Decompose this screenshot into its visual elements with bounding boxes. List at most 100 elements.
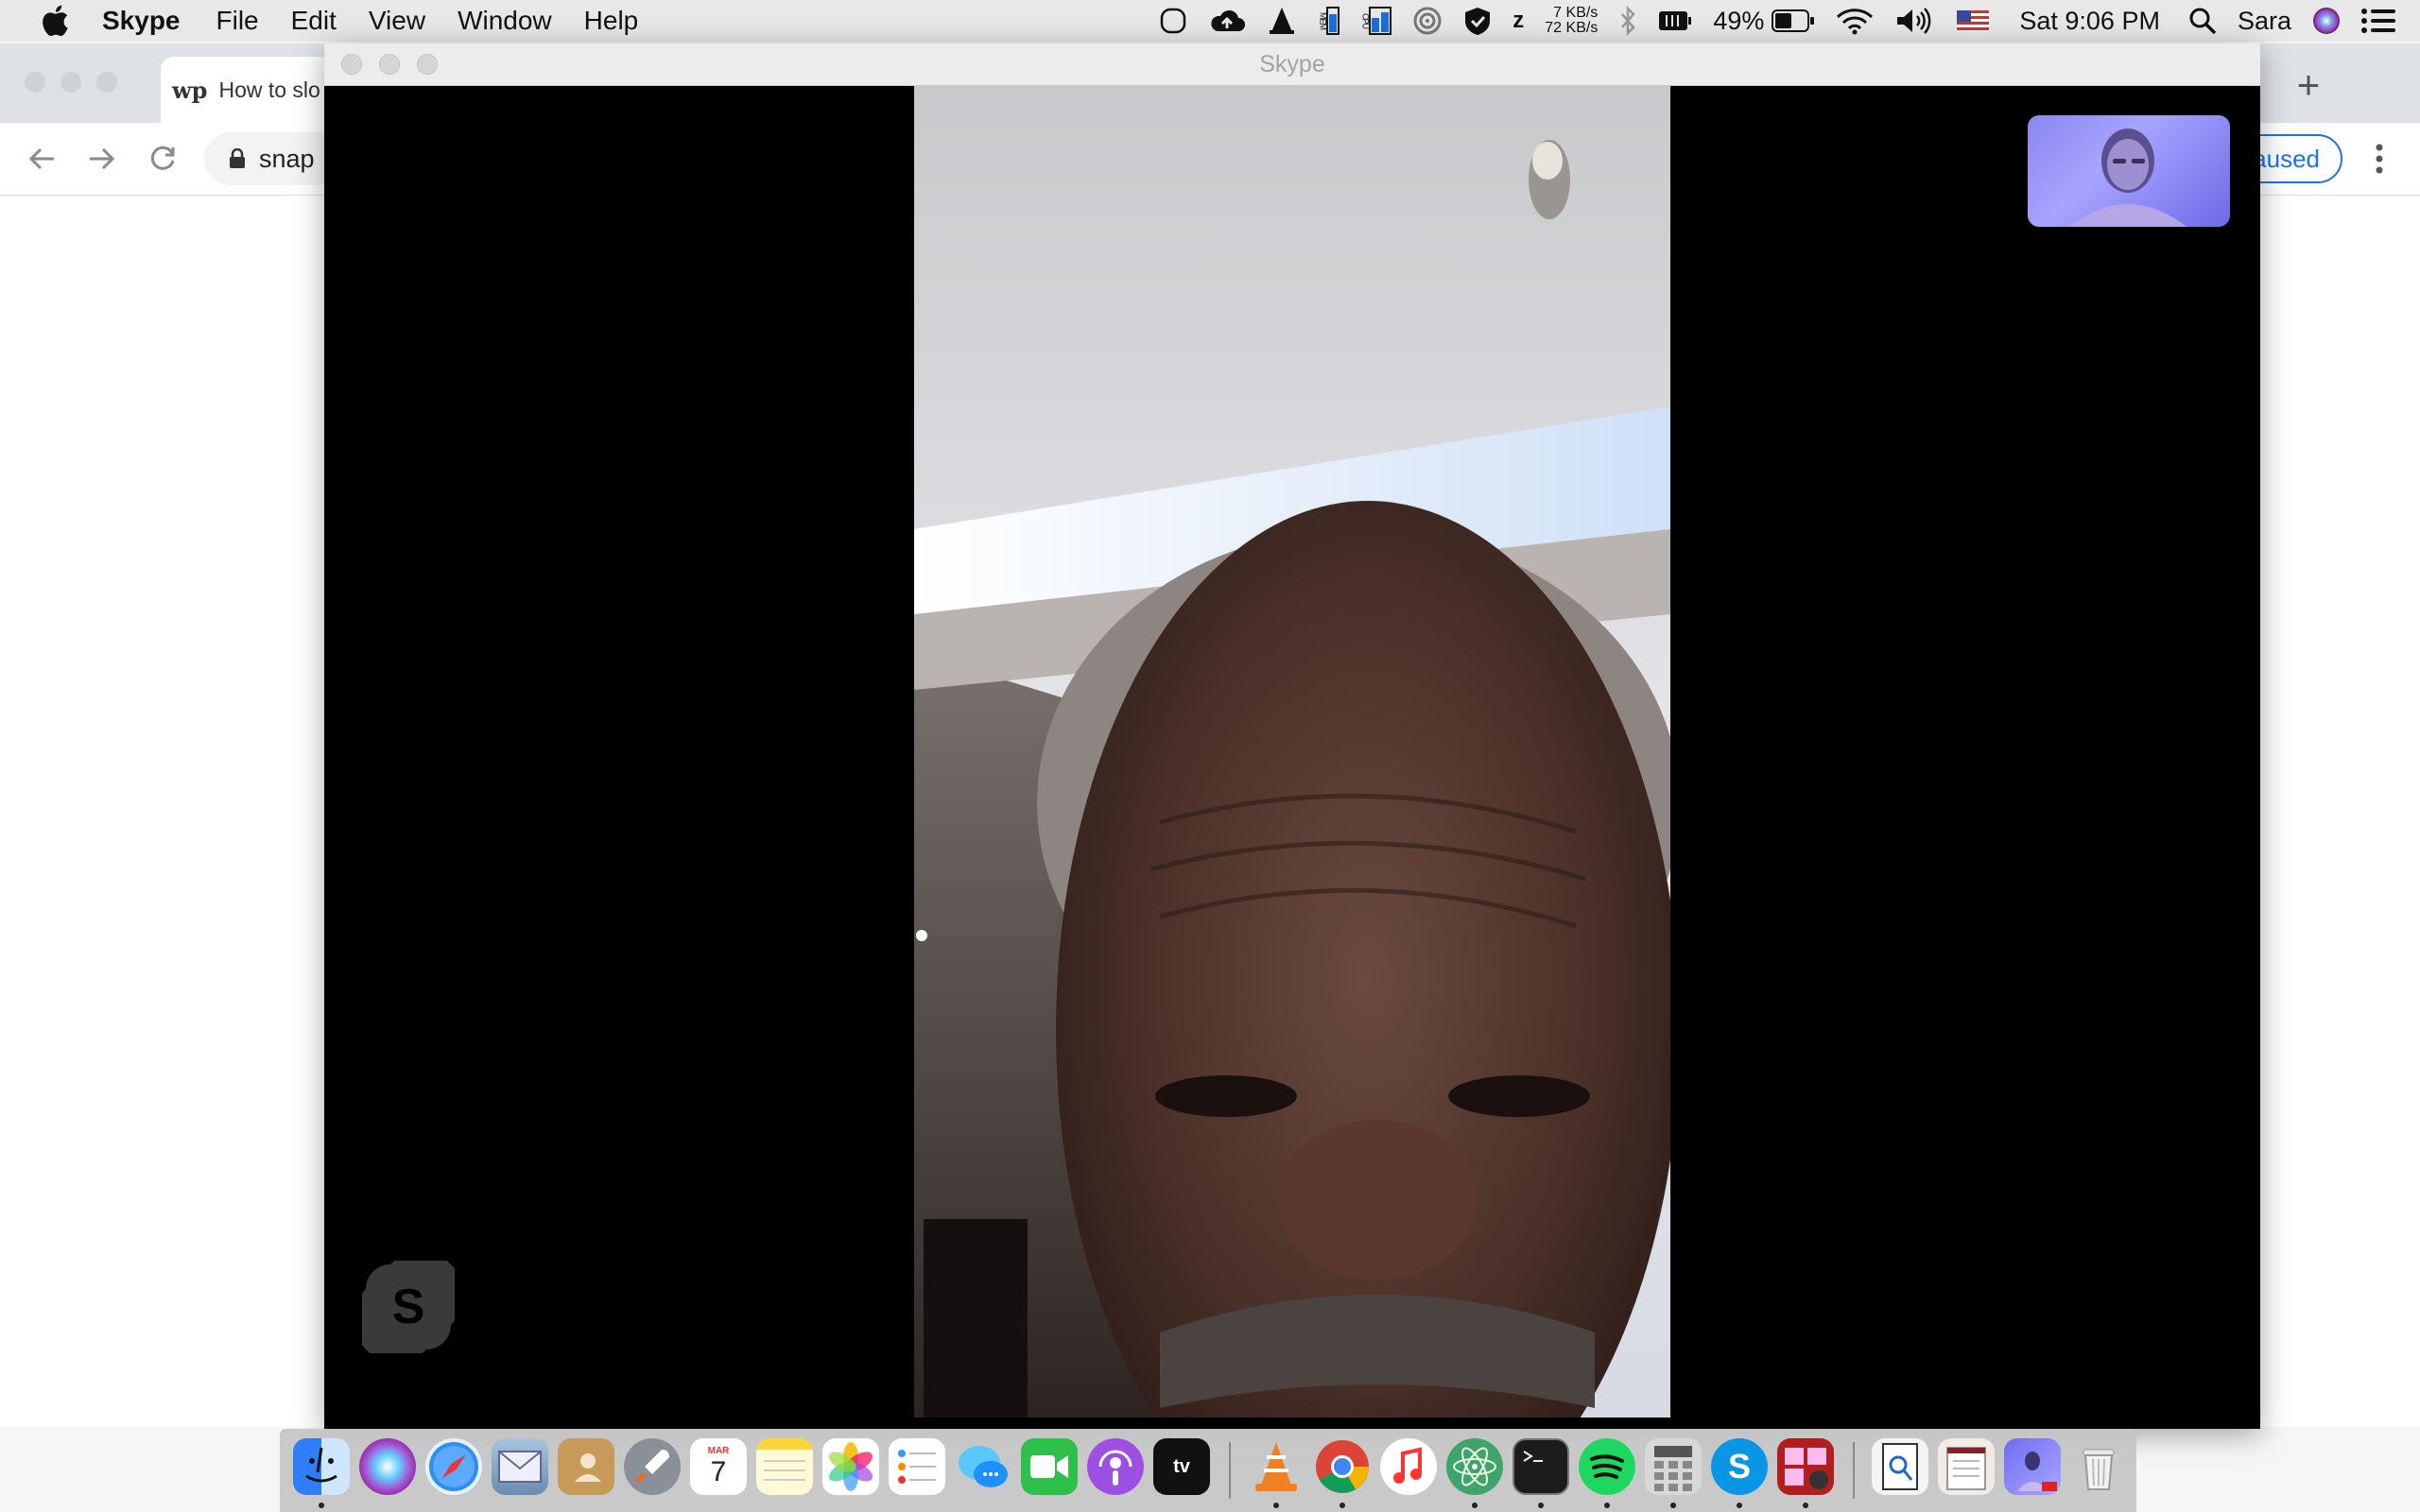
reminders-icon[interactable] bbox=[889, 1438, 945, 1495]
remote-video-feed[interactable] bbox=[914, 85, 1670, 1429]
safari-icon[interactable] bbox=[425, 1438, 482, 1495]
siri-icon[interactable] bbox=[2312, 7, 2341, 35]
back-arrow-icon[interactable] bbox=[23, 140, 60, 178]
dock-separator bbox=[1229, 1442, 1231, 1499]
skype-window-title: Skype bbox=[1259, 51, 1325, 77]
self-video-image bbox=[2069, 129, 2187, 227]
calculator-running-indicator bbox=[1670, 1503, 1676, 1508]
browser-zoom-button[interactable] bbox=[96, 72, 117, 93]
mem-label: MEM bbox=[1318, 12, 1328, 29]
menu-file[interactable]: File bbox=[216, 6, 259, 36]
itunes-icon[interactable] bbox=[1380, 1438, 1437, 1495]
user-menu[interactable]: Sara bbox=[2238, 7, 2291, 36]
us-flag-icon[interactable] bbox=[1957, 10, 1990, 31]
shape-icon[interactable] bbox=[1159, 7, 1187, 35]
clock[interactable]: Sat 9:06 PM bbox=[2019, 7, 2160, 36]
podcasts-icon[interactable] bbox=[1087, 1438, 1144, 1495]
net-download: 72 KB/s bbox=[1545, 20, 1599, 36]
battery-percent[interactable]: 49% bbox=[1713, 7, 1815, 36]
facetime-icon[interactable] bbox=[1021, 1438, 1078, 1495]
dock-separator-right bbox=[1853, 1442, 1855, 1499]
airdrop-icon[interactable] bbox=[1412, 6, 1443, 36]
paused-label: aused bbox=[2253, 144, 2320, 173]
skype-dock-letter: S bbox=[1727, 1447, 1751, 1486]
spotlight-search-icon[interactable] bbox=[2188, 7, 2217, 35]
contacts-icon[interactable] bbox=[558, 1438, 614, 1495]
wifi-icon[interactable] bbox=[1836, 7, 1874, 35]
atom-icon[interactable] bbox=[1446, 1438, 1503, 1495]
net-upload: 7 KB/s bbox=[1553, 5, 1599, 21]
apple-menu-icon[interactable] bbox=[36, 2, 74, 40]
browser-close-button[interactable] bbox=[25, 72, 45, 93]
cpu-monitor-icon[interactable]: CPU bbox=[1360, 7, 1392, 35]
washington-post-favicon-icon: wp bbox=[172, 76, 208, 104]
menu-view[interactable]: View bbox=[369, 6, 425, 36]
skype-logo-icon: S bbox=[353, 1251, 464, 1363]
notification-center-icon[interactable] bbox=[2361, 8, 2395, 34]
cpu-label: CPU bbox=[1360, 12, 1371, 28]
volume-icon[interactable] bbox=[1894, 7, 1936, 35]
finder-running-indicator bbox=[319, 1503, 324, 1508]
chrome-icon[interactable] bbox=[1314, 1438, 1371, 1495]
siri-dock-icon[interactable] bbox=[359, 1438, 416, 1495]
calendar-icon[interactable]: MAR 7 bbox=[690, 1438, 747, 1495]
chrome-running-indicator bbox=[1340, 1503, 1345, 1508]
menu-app-skype[interactable]: Skype bbox=[102, 6, 181, 36]
trash-icon[interactable] bbox=[2070, 1438, 2127, 1495]
finder-icon[interactable] bbox=[293, 1438, 350, 1495]
terminal-icon[interactable] bbox=[1512, 1438, 1569, 1495]
preview-icon[interactable] bbox=[1872, 1438, 1928, 1495]
vlc-running-indicator bbox=[1273, 1503, 1279, 1508]
appletv-label: tv bbox=[1173, 1455, 1190, 1477]
mail-icon[interactable] bbox=[492, 1438, 548, 1495]
browser-minimize-button[interactable] bbox=[60, 72, 81, 93]
photobooth-icon[interactable] bbox=[1777, 1438, 1834, 1495]
skype-title-bar: Skype bbox=[324, 43, 2260, 86]
skype-running-indicator bbox=[1737, 1503, 1742, 1508]
browser-tab[interactable]: wp How to slo bbox=[161, 57, 331, 123]
launchpad-icon[interactable] bbox=[624, 1438, 681, 1495]
forward-arrow-icon[interactable] bbox=[83, 140, 121, 178]
notes-icon[interactable] bbox=[756, 1438, 813, 1495]
vlc-icon[interactable] bbox=[1248, 1438, 1305, 1495]
atom-running-indicator bbox=[1472, 1503, 1478, 1508]
reload-icon[interactable] bbox=[144, 140, 182, 178]
browser-tab-title: How to slo bbox=[218, 77, 320, 102]
battery-icon bbox=[1772, 9, 1815, 32]
skype-logo-letter: S bbox=[392, 1280, 425, 1334]
dock: MAR 7 tv S bbox=[280, 1429, 2136, 1512]
battery-status-icon[interactable] bbox=[1658, 10, 1692, 31]
appletv-icon[interactable]: tv bbox=[1153, 1438, 1210, 1495]
address-bar-url: snap bbox=[259, 144, 315, 173]
skype-dock-icon[interactable]: S bbox=[1711, 1438, 1768, 1495]
messages-icon[interactable] bbox=[955, 1438, 1011, 1495]
calendar-day: 7 bbox=[710, 1456, 727, 1487]
sleep-icon[interactable]: z bbox=[1512, 8, 1524, 34]
textedit-icon[interactable] bbox=[1938, 1438, 1995, 1495]
menu-window[interactable]: Window bbox=[458, 6, 552, 36]
calculator-icon[interactable] bbox=[1645, 1438, 1702, 1495]
memory-monitor-icon[interactable]: MEM bbox=[1318, 7, 1340, 35]
browser-menu-icon[interactable] bbox=[2365, 140, 2394, 178]
screenshot-thumbnail-icon[interactable] bbox=[2004, 1438, 2061, 1495]
menu-bar: Skype File Edit View Window Help MEM CPU… bbox=[0, 0, 2420, 42]
self-video-preview[interactable] bbox=[2028, 115, 2230, 227]
bluetooth-icon[interactable] bbox=[1618, 6, 1637, 36]
shield-icon[interactable] bbox=[1463, 6, 1492, 36]
network-speed[interactable]: 7 KB/s 72 KB/s bbox=[1545, 6, 1598, 36]
new-tab-icon[interactable]: + bbox=[2280, 57, 2337, 113]
cloud-upload-icon[interactable] bbox=[1208, 7, 1246, 35]
skype-window: Skype S bbox=[324, 43, 2260, 1429]
battery-label: 49% bbox=[1713, 6, 1765, 35]
menu-help[interactable]: Help bbox=[584, 6, 639, 36]
photobooth-running-indicator bbox=[1803, 1503, 1808, 1508]
remote-video-image bbox=[914, 85, 1670, 1429]
vlc-menu-icon[interactable] bbox=[1267, 6, 1297, 36]
lock-icon bbox=[230, 148, 245, 168]
status-area: MEM CPU z 7 KB/s 72 KB/s 49% Sat 9:06 PM… bbox=[1159, 0, 2420, 42]
menu-edit[interactable]: Edit bbox=[291, 6, 337, 36]
spotify-icon[interactable] bbox=[1579, 1438, 1635, 1495]
spotify-running-indicator bbox=[1604, 1503, 1610, 1508]
terminal-running-indicator bbox=[1538, 1503, 1544, 1508]
photos-icon[interactable] bbox=[822, 1438, 879, 1495]
